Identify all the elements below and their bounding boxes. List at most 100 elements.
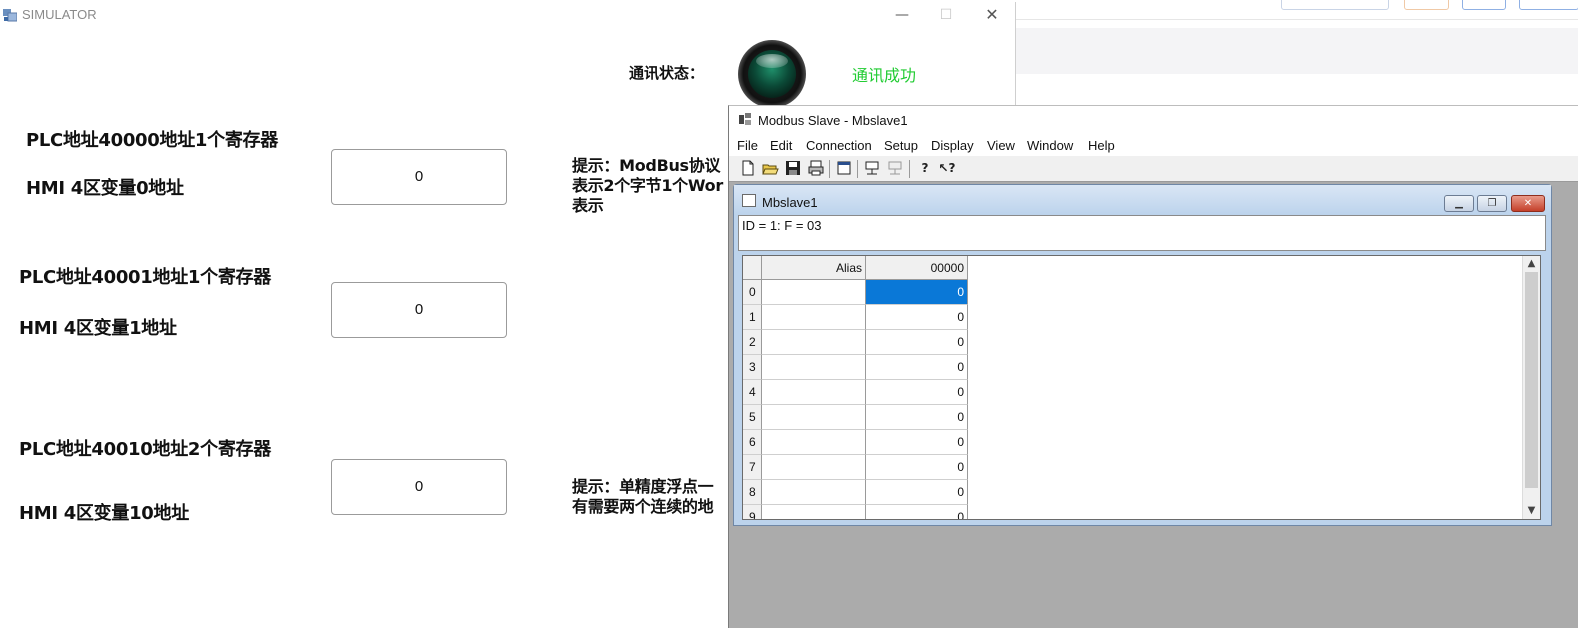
register-value-cell[interactable]: 0 — [866, 455, 968, 480]
background-app-header — [1016, 0, 1578, 20]
simulator-title: SIMULATOR — [22, 7, 97, 22]
comm-status-lamp — [738, 40, 806, 108]
simulator-app-icon — [3, 9, 17, 22]
menu-edit[interactable]: Edit — [770, 138, 792, 153]
background-button — [1519, 0, 1578, 10]
simulator-titlebar: SIMULATOR — ☐ ✕ — [0, 2, 1016, 28]
child-titlebar: Mbslave1 ▁ ❐ ✕ — [734, 185, 1551, 215]
plc-label-3: PLC地址40010地址2个寄存器 — [19, 439, 271, 460]
row-header[interactable]: 7 — [743, 455, 762, 480]
background-app-band — [1016, 28, 1578, 74]
modbus-app-icon — [739, 113, 751, 125]
hint-float: 提示：单精度浮点一 有需要两个连续的地 — [572, 477, 714, 517]
maximize-button[interactable]: ☐ — [931, 4, 961, 26]
hint-float-line: 提示：单精度浮点一 — [572, 477, 714, 496]
connect-icon[interactable] — [863, 159, 881, 177]
row-header[interactable]: 9 — [743, 505, 762, 519]
child-minimize-button[interactable]: ▁ — [1444, 195, 1474, 212]
close-button[interactable]: ✕ — [977, 4, 1007, 26]
register-grid: Alias 00000 00102030405060708090 ▲ ▼ — [742, 255, 1541, 520]
hmi-label-2: HMI 4区变量1地址 — [19, 318, 177, 339]
minimize-button[interactable]: — — [887, 4, 917, 26]
row-header[interactable]: 4 — [743, 380, 762, 405]
alias-cell[interactable] — [762, 355, 866, 380]
register-value-cell[interactable]: 0 — [866, 355, 968, 380]
modbus-titlebar: Modbus Slave - Mbslave1 — [729, 106, 1578, 134]
register-value-cell[interactable]: 0 — [866, 405, 968, 430]
row-header[interactable]: 5 — [743, 405, 762, 430]
grid-corner — [743, 256, 762, 280]
row-header[interactable]: 8 — [743, 480, 762, 505]
row-header[interactable]: 2 — [743, 330, 762, 355]
column-header-address[interactable]: 00000 — [866, 256, 968, 280]
alias-cell[interactable] — [762, 430, 866, 455]
child-close-button[interactable]: ✕ — [1511, 195, 1545, 212]
alias-cell[interactable] — [762, 405, 866, 430]
value-field-1[interactable]: 0 — [331, 149, 507, 205]
child-title: Mbslave1 — [762, 195, 818, 210]
register-value-cell[interactable]: 0 — [866, 430, 968, 455]
slave-id-function: ID = 1: F = 03 — [742, 218, 822, 233]
scroll-down-icon[interactable]: ▼ — [1523, 503, 1540, 519]
toolbar-separator — [829, 160, 830, 178]
hint-float-line: 有需要两个连续的地 — [572, 497, 714, 516]
menu-file[interactable]: File — [737, 138, 758, 153]
scroll-thumb[interactable] — [1525, 272, 1538, 488]
hint-modbus-line: 表示2个字节1个Wor — [572, 176, 723, 195]
slave-info-bar: ID = 1: F = 03 — [738, 215, 1546, 251]
disconnect-icon[interactable] — [886, 159, 904, 177]
new-icon[interactable] — [739, 159, 757, 177]
child-restore-button[interactable]: ❐ — [1477, 195, 1507, 212]
save-icon[interactable] — [784, 159, 802, 177]
value-field-2[interactable]: 0 — [331, 282, 507, 338]
column-header-alias[interactable]: Alias — [762, 256, 866, 280]
register-value-cell[interactable]: 0 — [866, 480, 968, 505]
modbus-menubar: File Edit Connection Setup Display View … — [729, 134, 1578, 156]
alias-cell[interactable] — [762, 330, 866, 355]
register-value-cell[interactable]: 0 — [866, 380, 968, 405]
modbus-slave-window: Modbus Slave - Mbslave1 File Edit Connec… — [728, 105, 1578, 628]
menu-view[interactable]: View — [987, 138, 1015, 153]
toolbar-separator — [857, 160, 858, 178]
vertical-scrollbar[interactable]: ▲ ▼ — [1522, 256, 1540, 519]
menu-window[interactable]: Window — [1027, 138, 1073, 153]
menu-setup[interactable]: Setup — [884, 138, 918, 153]
menu-display[interactable]: Display — [931, 138, 974, 153]
mbslave1-child-window: Mbslave1 ▁ ❐ ✕ ID = 1: F = 03 Alias 0000… — [733, 184, 1552, 526]
background-button — [1462, 0, 1506, 10]
register-value-cell[interactable]: 0 — [866, 505, 968, 519]
register-value-cell[interactable]: 0 — [866, 305, 968, 330]
plc-label-2: PLC地址40001地址1个寄存器 — [19, 267, 271, 288]
alias-cell[interactable] — [762, 505, 866, 519]
hmi-label-1: HMI 4区变量0地址 — [26, 178, 184, 199]
alias-cell[interactable] — [762, 480, 866, 505]
row-header[interactable]: 6 — [743, 430, 762, 455]
document-icon — [742, 194, 756, 207]
context-help-icon[interactable]: ↖? — [938, 159, 956, 177]
open-icon[interactable] — [761, 159, 779, 177]
alias-cell[interactable] — [762, 305, 866, 330]
plc-label-1: PLC地址40000地址1个寄存器 — [26, 130, 278, 151]
window-icon[interactable] — [835, 159, 853, 177]
comm-status-value: 通讯成功 — [852, 66, 917, 85]
modbus-toolbar: ? ↖? — [729, 156, 1578, 182]
modbus-title: Modbus Slave - Mbslave1 — [758, 113, 908, 128]
background-button — [1404, 0, 1449, 10]
menu-help[interactable]: Help — [1088, 138, 1115, 153]
row-header[interactable]: 0 — [743, 280, 762, 305]
help-icon[interactable]: ? — [916, 159, 934, 177]
alias-cell[interactable] — [762, 380, 866, 405]
hint-modbus: 提示：ModBus协议 表示2个字节1个Wor 表示 — [572, 156, 723, 216]
menu-connection[interactable]: Connection — [806, 138, 872, 153]
row-header[interactable]: 3 — [743, 355, 762, 380]
comm-status-label: 通讯状态： — [629, 64, 705, 82]
alias-cell[interactable] — [762, 280, 866, 305]
print-icon[interactable] — [807, 159, 825, 177]
register-value-cell[interactable]: 0 — [866, 330, 968, 355]
alias-cell[interactable] — [762, 455, 866, 480]
status-lamp-highlight — [756, 54, 788, 68]
row-header[interactable]: 1 — [743, 305, 762, 330]
scroll-up-icon[interactable]: ▲ — [1523, 256, 1540, 272]
value-field-3[interactable]: 0 — [331, 459, 507, 515]
register-value-cell[interactable]: 0 — [866, 280, 968, 305]
